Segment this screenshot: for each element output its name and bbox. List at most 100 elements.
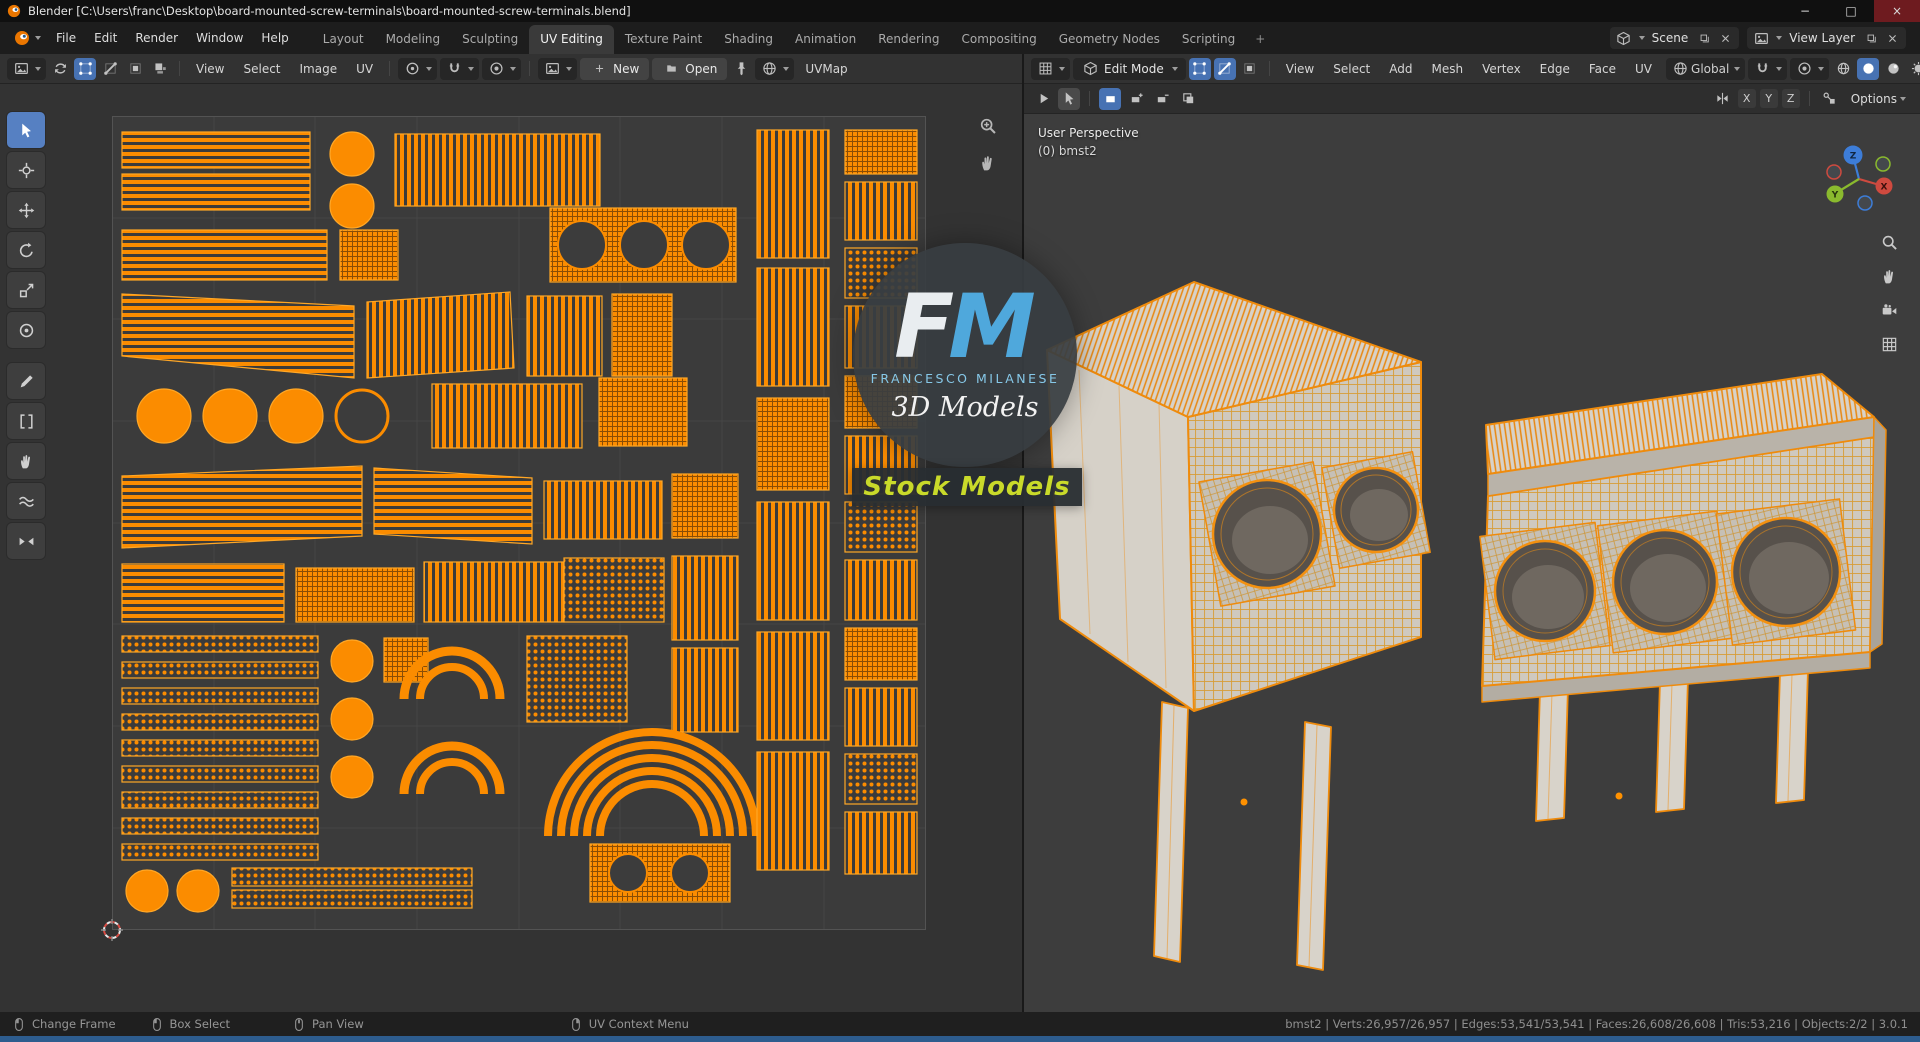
vp-menu-add[interactable]: Add	[1381, 59, 1420, 79]
tool-cursor[interactable]	[7, 152, 45, 188]
select-mode-edge[interactable]	[1213, 57, 1236, 80]
uv-zoom-button[interactable]	[976, 114, 1000, 138]
snapping-dropdown-3d[interactable]	[1748, 57, 1788, 80]
tool-annotate[interactable]	[7, 363, 45, 399]
select-intersect-button[interactable]	[1177, 88, 1199, 110]
tab-sculpting[interactable]: Sculpting	[451, 25, 529, 54]
vp-menu-uv[interactable]: UV	[1627, 59, 1660, 79]
uv-islands-graphic[interactable]	[112, 116, 926, 930]
pivot-point-dropdown[interactable]	[398, 57, 438, 80]
new-view-layer-icon[interactable]	[1862, 29, 1880, 47]
select-extend-button[interactable]	[1125, 88, 1147, 110]
tab-uv-editing[interactable]: UV Editing	[529, 25, 614, 54]
vp-menu-vertex[interactable]: Vertex	[1474, 59, 1529, 79]
select-subtract-button[interactable]	[1151, 88, 1173, 110]
open-image-button[interactable]: Open	[652, 57, 728, 80]
menu-window[interactable]: Window	[187, 27, 252, 49]
view-layer-selector[interactable]: View Layer	[1747, 27, 1906, 49]
tool-rip-region[interactable]	[7, 403, 45, 439]
uv-2d-cursor[interactable]	[101, 919, 123, 941]
uv-select-mode-edge[interactable]	[99, 58, 121, 80]
tab-layout[interactable]: Layout	[312, 25, 375, 54]
select-set-button[interactable]	[1099, 87, 1121, 110]
tool-move[interactable]	[7, 192, 45, 228]
uv-editor-type-button[interactable]	[7, 57, 46, 80]
shading-wireframe-button[interactable]	[1832, 58, 1854, 80]
new-image-button[interactable]: New	[580, 57, 650, 80]
menu-render[interactable]: Render	[126, 27, 187, 49]
uv-menu-image[interactable]: Image	[292, 59, 346, 79]
tab-rendering[interactable]: Rendering	[867, 25, 950, 54]
tool-pinch[interactable]	[7, 523, 45, 559]
proportional-editing-dropdown-3d[interactable]	[1790, 57, 1830, 80]
proportional-editing-dropdown[interactable]	[482, 57, 522, 80]
tool-rotate[interactable]	[7, 232, 45, 268]
uv-sync-selection-toggle[interactable]	[49, 58, 71, 80]
tab-texture-paint[interactable]: Texture Paint	[614, 25, 713, 54]
select-mode-face[interactable]	[1239, 58, 1261, 80]
mirror-z-toggle[interactable]: Z	[1781, 89, 1800, 108]
menu-help[interactable]: Help	[252, 27, 297, 49]
viewport-canvas[interactable]: User Perspective (0) bmst2 Z X Y	[1024, 114, 1920, 1012]
shading-material-button[interactable]	[1882, 58, 1904, 80]
toolbar-expand-button[interactable]	[1032, 88, 1054, 110]
maximize-button[interactable]: □	[1828, 0, 1874, 22]
navigation-gizmo[interactable]: Z X Y	[1822, 142, 1896, 216]
tab-shading[interactable]: Shading	[713, 25, 784, 54]
minimize-button[interactable]: −	[1782, 0, 1828, 22]
uv-canvas[interactable]	[0, 84, 1022, 1012]
blender-menu-button[interactable]	[8, 28, 47, 48]
snapping-dropdown[interactable]	[440, 57, 480, 80]
tab-animation[interactable]: Animation	[784, 25, 867, 54]
new-scene-icon[interactable]	[1695, 29, 1713, 47]
browse-image-dropdown[interactable]	[538, 57, 578, 80]
tool-relax[interactable]	[7, 483, 45, 519]
shading-solid-button[interactable]	[1857, 57, 1880, 80]
gizmo-neg-z-axis[interactable]	[1857, 195, 1873, 211]
uv-menu-uv[interactable]: UV	[348, 59, 381, 79]
tool-transform[interactable]	[7, 312, 45, 348]
active-tool-icon[interactable]	[1058, 87, 1080, 110]
uv-pan-button[interactable]	[976, 151, 1000, 175]
scene-selector[interactable]: Scene	[1609, 27, 1740, 49]
uv-map-name[interactable]: UVMap	[797, 59, 855, 79]
tool-grab[interactable]	[7, 443, 45, 479]
pin-image-toggle[interactable]	[730, 58, 752, 80]
uv-select-mode-vertex[interactable]	[74, 57, 96, 80]
vp-menu-mesh[interactable]: Mesh	[1424, 59, 1472, 79]
tool-select-box[interactable]	[7, 112, 45, 148]
camera-view-button[interactable]	[1879, 300, 1899, 320]
add-workspace-button[interactable]: +	[1246, 25, 1274, 54]
mirror-y-toggle[interactable]: Y	[1759, 89, 1778, 108]
select-mode-vertex[interactable]	[1188, 57, 1211, 80]
tab-modeling[interactable]: Modeling	[375, 25, 452, 54]
tool-scale[interactable]	[7, 272, 45, 308]
gizmo-neg-y-axis[interactable]	[1875, 156, 1891, 172]
vp-menu-face[interactable]: Face	[1581, 59, 1624, 79]
close-button[interactable]: ×	[1874, 0, 1920, 22]
uv-select-mode-island[interactable]	[149, 58, 171, 80]
remove-view-layer-icon[interactable]	[1883, 29, 1901, 47]
uv-menu-select[interactable]: Select	[235, 59, 288, 79]
snap-base-icon[interactable]	[1819, 88, 1841, 110]
viewport-zoom-button[interactable]	[1879, 232, 1899, 252]
tab-geometry-nodes[interactable]: Geometry Nodes	[1048, 25, 1171, 54]
vp-menu-edge[interactable]: Edge	[1532, 59, 1578, 79]
menu-file[interactable]: File	[47, 27, 85, 49]
transform-orientation-dropdown[interactable]: Global	[1666, 57, 1746, 80]
options-menu[interactable]: Options	[1845, 90, 1912, 108]
gizmo-neg-x-axis[interactable]	[1826, 164, 1842, 180]
viewport-pan-button[interactable]	[1879, 266, 1899, 286]
mirror-x-toggle[interactable]: X	[1737, 89, 1756, 108]
menu-edit[interactable]: Edit	[85, 27, 126, 49]
vp-menu-view[interactable]: View	[1278, 59, 1322, 79]
viewport-editor-type-button[interactable]	[1031, 57, 1070, 80]
tab-compositing[interactable]: Compositing	[950, 25, 1047, 54]
toggle-ortho-button[interactable]	[1879, 334, 1899, 354]
3d-models-graphic[interactable]	[1024, 114, 1918, 1012]
vp-menu-select[interactable]: Select	[1325, 59, 1378, 79]
uv-menu-view[interactable]: View	[188, 59, 232, 79]
uv-map-dropdown[interactable]	[755, 57, 795, 80]
uv-select-mode-face[interactable]	[124, 58, 146, 80]
mode-selector[interactable]: Edit Mode	[1073, 57, 1186, 80]
